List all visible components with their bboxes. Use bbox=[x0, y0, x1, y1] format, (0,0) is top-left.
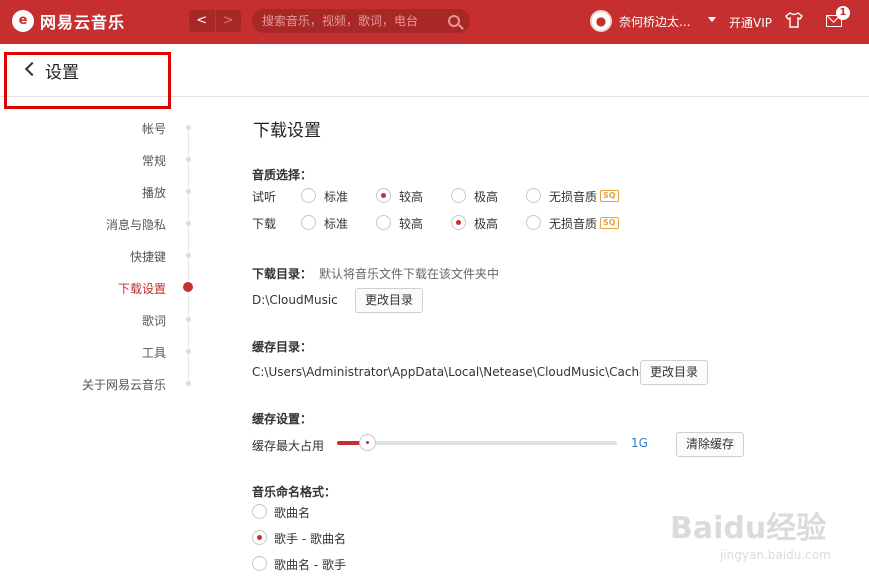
sidebar-item[interactable]: 关于网易云音乐 bbox=[82, 376, 166, 393]
cache-dir-path: C:\Users\Administrator\AppData\Local\Net… bbox=[252, 365, 647, 379]
baidu-jingyan-watermark: Baidu经验 jingyan.baidu.com bbox=[660, 485, 860, 570]
quality-option-label[interactable]: 极高 bbox=[474, 188, 498, 205]
naming-format-label: 音乐命名格式： bbox=[252, 485, 337, 499]
search-input[interactable] bbox=[262, 14, 448, 28]
avatar[interactable]: ● bbox=[590, 10, 612, 32]
naming-radio[interactable] bbox=[252, 530, 267, 545]
section-title: 下载设置 bbox=[253, 121, 321, 141]
naming-option-label[interactable]: 歌曲名 - 歌手 bbox=[274, 556, 346, 573]
sidebar-dot bbox=[186, 189, 191, 194]
sidebar-item[interactable]: 播放 bbox=[142, 184, 166, 201]
quality-option-label[interactable]: 标准 bbox=[324, 188, 348, 205]
quality-radio[interactable] bbox=[451, 188, 466, 203]
sidebar-dot bbox=[186, 349, 191, 354]
history-nav: < > bbox=[189, 10, 241, 32]
sidebar-item[interactable]: 消息与隐私 bbox=[106, 216, 166, 233]
quality-option-label[interactable]: 较高 bbox=[399, 188, 423, 205]
skin-shirt-icon[interactable] bbox=[785, 12, 803, 28]
sq-badge-icon: SQ bbox=[600, 190, 619, 202]
sidebar-dot bbox=[186, 125, 191, 130]
sidebar-dot bbox=[186, 157, 191, 162]
cache-settings-label: 缓存设置： bbox=[252, 412, 313, 426]
sidebar-item[interactable]: 帐号 bbox=[142, 120, 166, 137]
quality-radio[interactable] bbox=[526, 188, 541, 203]
forward-button[interactable]: > bbox=[214, 10, 241, 32]
quality-option-label[interactable]: 标准 bbox=[324, 215, 348, 232]
cache-dir-label: 缓存目录： bbox=[252, 340, 313, 354]
quality-option-label[interactable]: 无损音质 bbox=[549, 188, 597, 205]
quality-option-label[interactable]: 无损音质 bbox=[549, 215, 597, 232]
mail-badge: 1 bbox=[836, 6, 850, 20]
change-download-dir-button[interactable]: 更改目录 bbox=[355, 288, 424, 313]
search-icon[interactable] bbox=[448, 15, 460, 27]
search-box[interactable] bbox=[252, 9, 470, 33]
quality-radio[interactable] bbox=[451, 215, 466, 230]
naming-radio[interactable] bbox=[252, 556, 267, 571]
user-menu[interactable]: ● 奈何桥边太... bbox=[590, 10, 690, 32]
cache-size-slider[interactable] bbox=[337, 441, 617, 445]
slider-handle[interactable] bbox=[359, 434, 377, 451]
download-dir-hint: 默认将音乐文件下载在该文件夹中 bbox=[319, 267, 500, 281]
sidebar-dot bbox=[186, 381, 191, 386]
app-name: 网易云音乐 bbox=[40, 13, 126, 32]
sidebar-dot bbox=[186, 253, 191, 258]
cache-size-value: 1G bbox=[631, 436, 648, 450]
back-button[interactable]: < bbox=[189, 10, 215, 32]
change-cache-dir-button[interactable]: 更改目录 bbox=[640, 360, 709, 385]
app-logo[interactable]: e 网易云音乐 bbox=[12, 9, 125, 33]
quality-row-label: 下载 bbox=[252, 217, 277, 231]
quality-option-label[interactable]: 极高 bbox=[474, 215, 498, 232]
quality-option-label[interactable]: 较高 bbox=[399, 215, 423, 232]
annotation-highlight-box bbox=[4, 52, 171, 109]
sidebar-active-dot bbox=[183, 282, 193, 292]
quality-radio[interactable] bbox=[526, 215, 541, 230]
netease-music-logo-icon: e bbox=[12, 10, 34, 32]
quality-radio[interactable] bbox=[301, 215, 316, 230]
quality-label: 音质选择： bbox=[252, 168, 313, 182]
top-bar: e 网易云音乐 < > ● 奈何桥边太... 开通VIP 1 bbox=[0, 0, 869, 44]
sidebar-item[interactable]: 下载设置 bbox=[118, 280, 166, 297]
quality-radio[interactable] bbox=[301, 188, 316, 203]
clear-cache-button[interactable]: 清除缓存 bbox=[676, 432, 745, 457]
username[interactable]: 奈何桥边太... bbox=[619, 13, 690, 30]
watermark-main: Baidu经验 bbox=[670, 511, 827, 546]
quality-radio[interactable] bbox=[376, 215, 391, 230]
cache-max-label: 缓存最大占用 bbox=[252, 439, 325, 453]
watermark-sub: jingyan.baidu.com bbox=[720, 548, 831, 562]
naming-option-label[interactable]: 歌曲名 bbox=[274, 504, 310, 521]
naming-option-label[interactable]: 歌手 - 歌曲名 bbox=[274, 530, 346, 547]
sidebar-item[interactable]: 工具 bbox=[142, 344, 166, 361]
sidebar-dot bbox=[186, 317, 191, 322]
sidebar-item[interactable]: 歌词 bbox=[142, 312, 166, 329]
quality-row-label: 试听 bbox=[252, 190, 277, 204]
download-dir-label: 下载目录： bbox=[252, 267, 313, 281]
sq-badge-icon: SQ bbox=[600, 217, 619, 229]
download-dir-path: D:\CloudMusic bbox=[252, 293, 338, 307]
sidebar-item[interactable]: 快捷键 bbox=[130, 248, 166, 265]
open-vip-link[interactable]: 开通VIP bbox=[729, 14, 772, 31]
sidebar-dot bbox=[186, 221, 191, 226]
chevron-down-icon[interactable] bbox=[708, 17, 716, 22]
naming-radio[interactable] bbox=[252, 504, 267, 519]
quality-radio[interactable] bbox=[376, 188, 391, 203]
sidebar-item[interactable]: 常规 bbox=[142, 152, 166, 169]
